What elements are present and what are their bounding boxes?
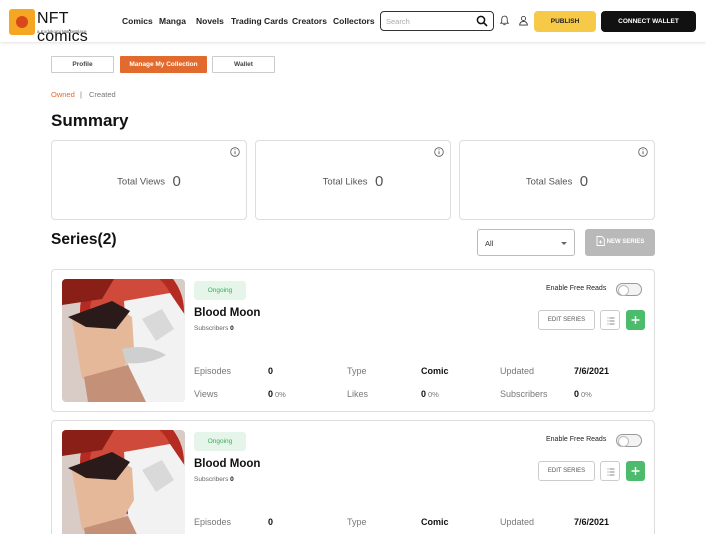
episodes-value: 0 (268, 517, 274, 527)
subscribers-stat-value: 0 0% (574, 389, 592, 399)
type-value: Comic (421, 366, 449, 376)
info-icon[interactable] (230, 147, 240, 157)
type-label: Type (347, 517, 367, 527)
publish-button[interactable]: PUBLISH (534, 11, 596, 32)
status-badge: Ongoing (194, 432, 246, 451)
stat-value: 0 (375, 173, 384, 191)
series-title[interactable]: Blood Moon (194, 307, 260, 319)
free-reads-toggle[interactable] (616, 434, 642, 447)
search-input[interactable] (386, 14, 472, 28)
stat-card-likes: Total Likes 0 (255, 140, 451, 220)
plus-icon (631, 467, 640, 475)
subscribers-percent: 0% (581, 390, 592, 399)
edit-series-button[interactable]: EDIT SERIES (538, 461, 595, 481)
episodes-label: Episodes (194, 366, 232, 376)
list-icon (607, 317, 615, 325)
nav-collectors[interactable]: Collectors (333, 16, 375, 26)
list-icon (607, 468, 615, 476)
stat-value: 0 (172, 173, 181, 191)
connect-wallet-button[interactable]: CONNECT WALLET (601, 11, 696, 32)
filter-selected-value: All (485, 239, 494, 248)
search-box (380, 11, 494, 31)
nav-trading-cards[interactable]: Trading Cards (231, 16, 288, 26)
new-document-icon (596, 236, 605, 247)
new-series-button[interactable]: NEW SERIES (585, 229, 655, 256)
info-icon[interactable] (434, 147, 444, 157)
free-reads-label: Enable Free Reads (546, 285, 607, 292)
nav-manga[interactable]: Manga (159, 16, 186, 26)
logo-text: NFT comics (37, 10, 88, 45)
plus-icon (631, 316, 640, 324)
series-title[interactable]: Blood Moon (194, 458, 260, 470)
likes-percent: 0% (428, 390, 439, 399)
free-reads-label: Enable Free Reads (546, 436, 607, 443)
episodes-value: 0 (268, 366, 274, 376)
filter-separator: | (80, 90, 82, 99)
subscribers-label: Subscribers (194, 476, 229, 483)
series-subscribers: Subscribers 0 (194, 476, 234, 483)
stat-value: 0 (579, 173, 589, 191)
site-logo[interactable]: NFT comics a Kodokomi Marketplace (9, 9, 119, 45)
chevron-down-icon (561, 242, 567, 245)
series-cover-image[interactable] (62, 279, 185, 402)
type-value: Comic (421, 517, 449, 527)
subscribers-stat-count: 0 (574, 389, 580, 399)
updated-label: Updated (500, 366, 535, 376)
subscribers-count: 0 (230, 325, 234, 332)
stat-label: Total Views (117, 176, 166, 188)
info-icon[interactable] (638, 147, 648, 157)
edit-series-button[interactable]: EDIT SERIES (538, 310, 595, 330)
tab-manage-my-collection[interactable]: Manage My Collection (120, 56, 207, 73)
likes-label: Likes (347, 389, 369, 399)
series-cover-image[interactable] (62, 430, 185, 534)
bell-icon[interactable] (499, 15, 510, 26)
stat-label: Total Sales (525, 176, 573, 188)
episode-list-button[interactable] (600, 310, 620, 330)
stat-label: Total Likes (322, 176, 368, 188)
summary-heading: Summary (51, 111, 129, 130)
stat-card-sales: Total Sales 0 (459, 140, 655, 220)
logo-subtitle: a Kodokomi Marketplace (37, 29, 87, 34)
views-count: 0 (268, 389, 274, 399)
add-episode-button[interactable] (626, 310, 645, 330)
views-value: 0 0% (268, 389, 286, 399)
series-subscribers: Subscribers 0 (194, 325, 234, 332)
subscribers-count: 0 (230, 476, 234, 483)
add-episode-button[interactable] (626, 461, 645, 481)
subscribers-stat-label: Subscribers (500, 389, 548, 399)
filter-owned[interactable]: Owned (51, 90, 75, 99)
views-percent: 0% (275, 390, 286, 399)
filter-created[interactable]: Created (89, 90, 116, 99)
logo-mark-icon (9, 9, 35, 35)
series-card: Ongoing Blood Moon Subscribers 0 Enable … (51, 269, 655, 412)
new-series-label: NEW SERIES (606, 239, 645, 245)
updated-value: 7/6/2021 (574, 517, 610, 527)
free-reads-toggle[interactable] (616, 283, 642, 296)
status-badge: Ongoing (194, 281, 246, 300)
stat-card-views: Total Views 0 (51, 140, 247, 220)
updated-value: 7/6/2021 (574, 366, 610, 376)
episodes-label: Episodes (194, 517, 232, 527)
nav-comics[interactable]: Comics (122, 16, 153, 26)
series-card: Ongoing Blood Moon Subscribers 0 Enable … (51, 420, 655, 534)
series-filter-select[interactable]: All (477, 229, 575, 256)
likes-value: 0 0% (421, 389, 439, 399)
search-icon[interactable] (476, 15, 488, 27)
subscribers-label: Subscribers (194, 325, 229, 332)
series-heading: Series(2) (51, 231, 117, 248)
episode-list-button[interactable] (600, 461, 620, 481)
user-icon[interactable] (518, 15, 529, 26)
nav-creators[interactable]: Creators (292, 16, 327, 26)
likes-count: 0 (421, 389, 427, 399)
nav-novels[interactable]: Novels (196, 16, 224, 26)
top-navbar: NFT comics a Kodokomi Marketplace Comics… (0, 0, 706, 45)
tab-wallet[interactable]: Wallet (212, 56, 275, 73)
views-label: Views (194, 389, 218, 399)
updated-label: Updated (500, 517, 535, 527)
tab-profile[interactable]: Profile (51, 56, 114, 73)
type-label: Type (347, 366, 367, 376)
